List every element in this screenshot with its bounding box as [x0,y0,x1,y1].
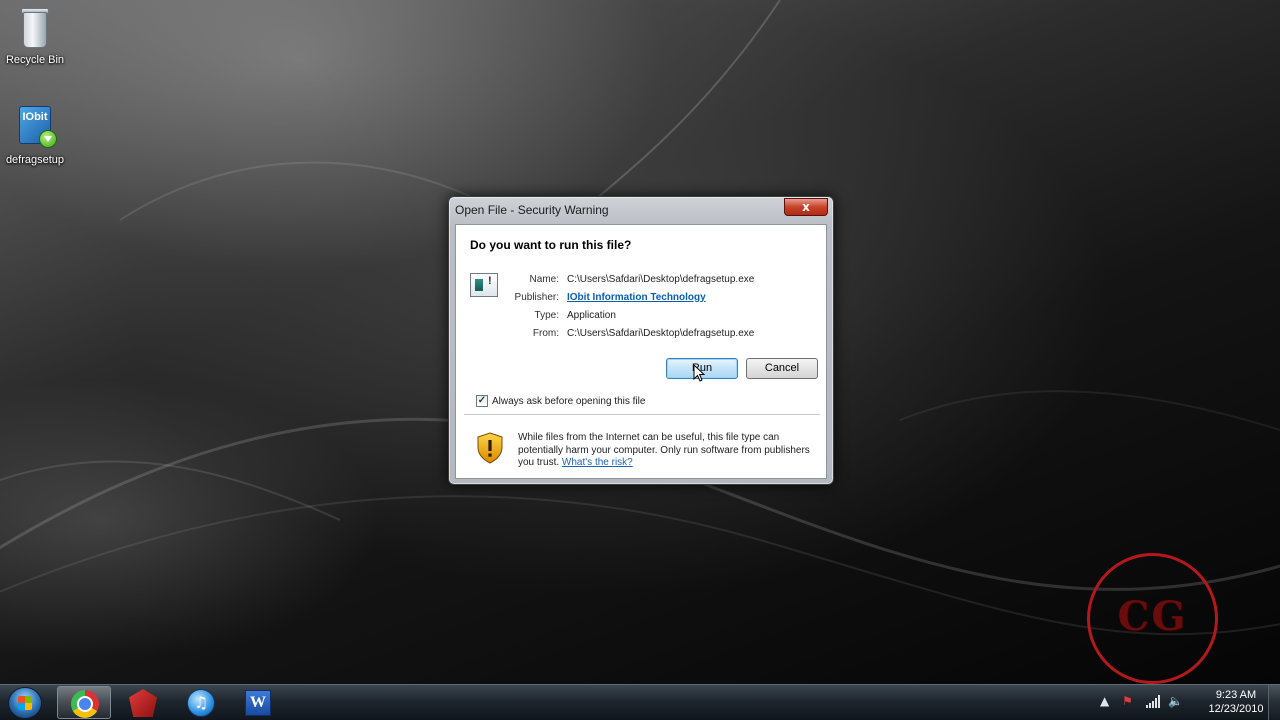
cancel-button[interactable]: Cancel [746,358,818,379]
show-hidden-icons-icon[interactable]: ▲ [1100,694,1109,708]
name-label: Name: [529,273,559,285]
taskbar-item-red-app[interactable] [116,686,170,719]
desktop: Recycle Bin IObit defragsetup Open File … [0,0,1280,684]
info-row-publisher: Publisher: IObit Information Technology [512,288,812,306]
dialog-question: Do you want to run this file? [470,238,632,252]
name-value: C:\Users\Safdari\Desktop\defragsetup.exe [567,273,755,285]
publisher-link[interactable]: IObit Information Technology [567,292,706,303]
file-info: Name: C:\Users\Safdari\Desktop\defragset… [512,270,812,342]
volume-icon[interactable]: 🔈 [1168,694,1183,708]
itunes-icon: ♫ [187,689,215,717]
mouse-cursor-icon [693,364,705,382]
security-warning-dialog: Open File - Security Warning x Do you wa… [448,196,834,485]
recycle-bin-icon [11,4,59,52]
desktop-icon-recycle-bin[interactable]: Recycle Bin [0,4,73,66]
desktop-icon-label: Recycle Bin [5,54,65,66]
clock[interactable]: 9:23 AM 12/23/2010 [1206,688,1266,716]
taskbar-item-itunes[interactable]: ♫ [174,686,228,719]
clock-date: 12/23/2010 [1208,703,1264,715]
red-app-icon [129,689,157,717]
type-value: Application [567,309,616,321]
system-tray: ▲ ⚑ 🔈 9:23 AM 12/23/2010 [1100,685,1280,720]
start-button[interactable] [8,687,42,719]
clock-time: 9:23 AM [1215,689,1257,701]
publisher-label: Publisher: [514,291,559,303]
always-ask-label: Always ask before opening this file [492,395,646,407]
divider [464,414,820,415]
info-row-name: Name: C:\Users\Safdari\Desktop\defragset… [512,270,812,288]
watermark-logo: CG [1087,553,1218,684]
from-value: C:\Users\Safdari\Desktop\defragsetup.exe [567,327,755,339]
taskbar-item-word[interactable]: W [232,686,286,719]
desktop-icon-defragsetup[interactable]: IObit defragsetup [0,104,73,166]
close-button[interactable]: x [784,198,828,216]
info-row-type: Type: Application [512,306,812,324]
action-center-flag-icon[interactable]: ⚑ [1122,694,1133,708]
type-label: Type: [534,309,559,321]
always-ask-checkbox[interactable]: ✓ [476,395,488,407]
show-desktop-button[interactable] [1268,685,1280,720]
from-label: From: [532,327,559,339]
network-signal-icon[interactable] [1146,695,1160,708]
taskbar-item-chrome[interactable] [57,686,111,719]
always-ask-option[interactable]: ✓ Always ask before opening this file [476,395,645,407]
chrome-icon [71,690,99,718]
iobit-installer-icon: IObit [11,104,59,152]
executable-file-icon [470,273,498,297]
whats-the-risk-link[interactable]: What's the risk? [562,457,633,468]
info-row-from: From: C:\Users\Safdari\Desktop\defragset… [512,324,812,342]
shield-warning-icon [477,432,503,464]
word-icon: W [245,690,271,716]
desktop-icon-label: defragsetup [5,154,65,166]
dialog-content: Do you want to run this file? Name: C:\U… [455,224,827,479]
taskbar: ♫ W ▲ ⚑ 🔈 9:23 AM 12/23/2010 [0,684,1280,720]
dialog-title: Open File - Security Warning [455,203,609,217]
download-arrow-icon [39,130,57,148]
warning-message: While files from the Internet can be use… [518,432,814,470]
